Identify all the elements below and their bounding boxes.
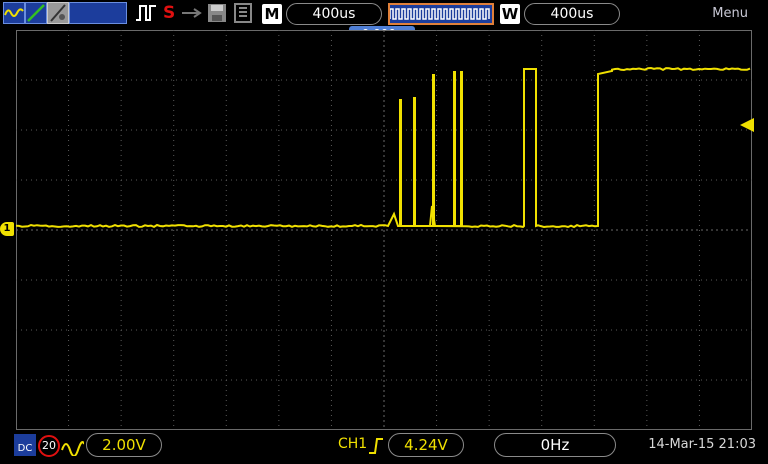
main-timebase-icon[interactable]: M bbox=[262, 4, 282, 24]
menu-button[interactable]: Menu bbox=[712, 6, 748, 21]
frequency-display[interactable]: 0Hz bbox=[494, 433, 616, 457]
trigger-level-display[interactable]: 4.24V bbox=[388, 433, 464, 457]
waveform-grid[interactable] bbox=[16, 30, 752, 430]
date-time: 14-Mar-15 21:03 bbox=[648, 437, 756, 452]
status-bar: DC 20 2.00V CH1 4.24V 0Hz 14-Mar-15 21:0… bbox=[0, 430, 768, 461]
main-timebase-display[interactable]: 400us bbox=[286, 3, 382, 25]
ch1-trace bbox=[16, 68, 750, 227]
pulse-icon bbox=[134, 2, 158, 24]
channel-1-marker[interactable]: 1 bbox=[0, 222, 14, 236]
probe-icon bbox=[60, 436, 84, 456]
window-timebase-icon[interactable]: W bbox=[500, 4, 520, 24]
channel-select-icon[interactable] bbox=[69, 2, 127, 24]
trigger-source-label: CH1 bbox=[338, 436, 367, 452]
stop-icon[interactable]: S bbox=[163, 2, 177, 24]
rising-edge-icon bbox=[368, 437, 384, 455]
bandwidth-limit-indicator[interactable]: 20 bbox=[38, 435, 60, 457]
ramp-icon[interactable] bbox=[25, 2, 47, 24]
trigger-level-marker[interactable] bbox=[740, 118, 754, 132]
usb-icon bbox=[180, 2, 202, 24]
coupling-indicator[interactable]: DC bbox=[14, 434, 36, 456]
cursor-icon[interactable] bbox=[47, 2, 69, 24]
save-icon[interactable] bbox=[206, 2, 228, 24]
ch1-volts-display[interactable]: 2.00V bbox=[86, 433, 162, 457]
channel-waveform-icon[interactable] bbox=[3, 2, 25, 24]
window-timebase-display[interactable]: 400us bbox=[524, 3, 620, 25]
grid-icon[interactable] bbox=[232, 2, 254, 24]
window-waveform-icon[interactable] bbox=[388, 3, 494, 25]
